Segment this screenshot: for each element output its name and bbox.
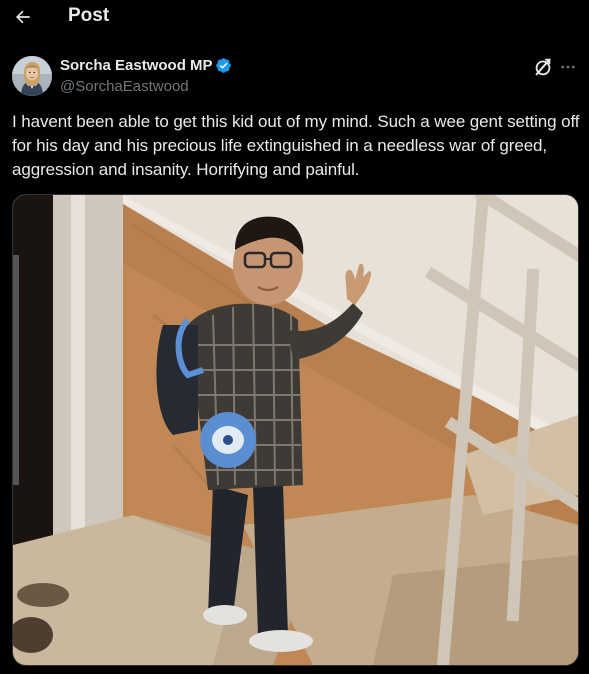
author-row: Sorcha Eastwood MP @SorchaEastwood	[12, 54, 577, 98]
arrow-left-icon	[16, 10, 30, 24]
avatar[interactable]	[12, 56, 52, 96]
top-bar: Post	[0, 0, 589, 36]
more-horizontal-icon	[561, 65, 575, 69]
back-button[interactable]	[8, 2, 38, 32]
more-options-button[interactable]	[557, 56, 579, 78]
author-display-name[interactable]: Sorcha Eastwood MP	[60, 57, 213, 74]
page-title: Post	[68, 5, 110, 26]
avatar-image	[12, 56, 52, 96]
grok-icon	[535, 58, 551, 76]
grok-button[interactable]	[532, 56, 554, 78]
tweet-text: I havent been able to get this kid out o…	[12, 112, 580, 179]
tweet-photo[interactable]	[12, 194, 579, 666]
photo-boy-on-stairs	[13, 195, 578, 665]
author-handle[interactable]: @SorchaEastwood	[60, 78, 189, 95]
verified-badge-icon	[216, 58, 231, 73]
